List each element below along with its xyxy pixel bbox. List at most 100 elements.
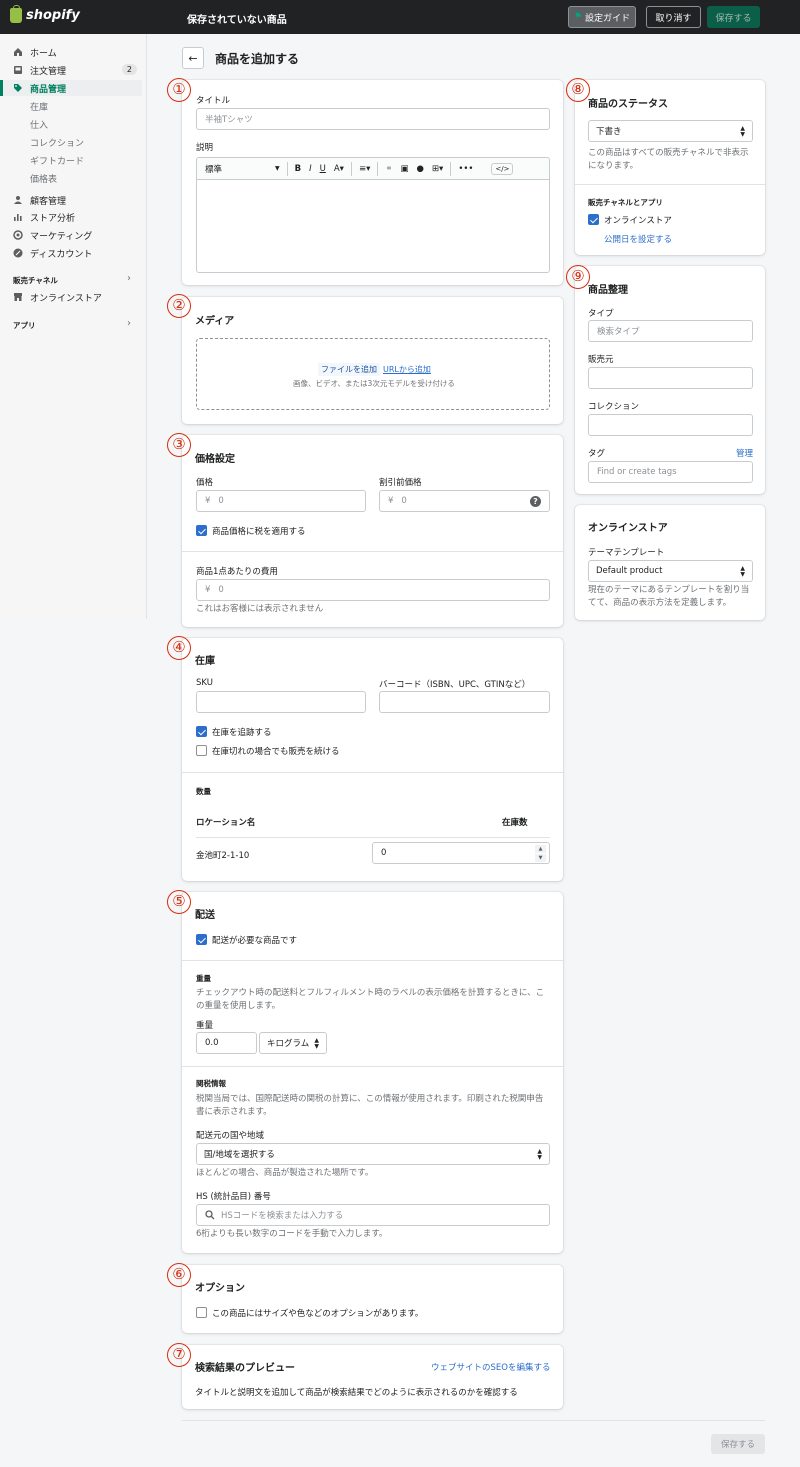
shopify-logo[interactable]: shopify [10,5,80,23]
setup-guide-button[interactable]: ⚑ 設定ガイド [568,6,636,28]
html-code-icon[interactable]: </> [491,162,514,175]
weight-label: 重量 [196,1021,214,1031]
table-icon[interactable]: ⊞▾ [432,164,443,174]
weight-unit-select[interactable]: キログラム ▲ ▼ [259,1032,327,1054]
text-color-icon[interactable]: A▾ [334,164,344,174]
annotation-4: ④ [167,632,191,660]
compare-price-value: 0 [401,496,407,506]
nav-orders[interactable]: 注文管理 2 [0,62,142,78]
decrement-icon[interactable]: ▼ [535,854,546,862]
footer-save-button[interactable]: 保存する [711,1434,765,1454]
description-editor[interactable] [196,179,550,273]
nav-marketing-label: マーケティング [30,231,93,242]
status-heading: 商品のステータス [588,99,668,110]
theme-template-select[interactable]: Default product ▲ ▼ [588,560,753,582]
save-button[interactable]: 保存する [707,6,760,28]
chevron-right-icon[interactable]: › [127,318,131,329]
format-select[interactable]: 標準 [205,163,267,175]
weight-unit-value: キログラム [267,1039,310,1049]
video-icon[interactable]: ● [417,164,424,174]
select-arrows-icon: ▲ ▼ [740,125,745,138]
nav-transfers[interactable]: 仕入 [30,118,48,131]
price-input[interactable]: ¥0 [196,490,366,512]
select-arrows-icon: ▲ ▼ [740,565,745,578]
help-icon[interactable]: ? [530,496,541,507]
tags-input[interactable]: Find or create tags [588,461,753,483]
nav-home[interactable]: ホーム [0,44,142,60]
vendor-label: 販売元 [588,355,614,365]
bold-icon[interactable]: B [295,164,301,174]
origin-country-select[interactable]: 国/地域を選択する ▲ ▼ [196,1143,550,1165]
track-inventory-checkbox[interactable] [196,726,207,737]
chevron-down-icon: ▼ [275,165,280,172]
setup-guide-label: 設定ガイド [585,13,631,24]
nav-price-lists[interactable]: 価格表 [30,172,57,185]
brand-name: shopify [26,8,80,23]
status-divider [575,184,765,185]
continue-selling-checkbox[interactable] [196,745,207,756]
compare-price-input[interactable]: ¥0 ? [379,490,550,512]
edit-seo-link[interactable]: ウェブサイトのSEOを編集する [431,1361,550,1373]
align-icon[interactable]: ≡▾ [359,164,370,174]
barcode-input[interactable] [379,691,550,713]
chevron-right-icon[interactable]: › [127,273,131,284]
hs-code-input[interactable]: HSコードを検索または入力する [196,1204,550,1226]
schedule-publish-link[interactable]: 公開日を設定する [604,233,672,245]
nav-inventory[interactable]: 在庫 [30,100,48,113]
search-icon [205,1210,215,1220]
nav-analytics[interactable]: ストア分析 [0,209,142,225]
origin-hint: ほとんどの場合、商品が製造された場所です。 [196,1168,374,1178]
image-icon[interactable]: ▣ [400,164,408,174]
more-icon[interactable]: ••• [458,164,473,174]
options-heading: オプション [195,1283,245,1294]
nav-customers[interactable]: 顧客管理 [0,192,142,208]
stock-quantity-input[interactable]: 0 ▲ ▼ [372,842,550,864]
physical-product-checkbox[interactable] [196,934,207,945]
discard-button[interactable]: 取り消す [646,6,701,28]
location-name: 金池町2-1-10 [196,851,250,861]
collection-input[interactable] [588,414,753,436]
add-file-button[interactable]: ファイルを追加 [318,363,380,376]
annotation-8: ⑧ [566,74,590,102]
weight-input[interactable]: 0.0 [196,1032,257,1054]
hs-code-placeholder: HSコードを検索または入力する [221,1211,344,1221]
unsaved-title: 保存されていない商品 [187,15,287,26]
product-type-input[interactable]: 検索タイプ [588,320,753,342]
options-card [182,1265,563,1333]
inventory-divider [182,772,563,773]
status-select[interactable]: 下書き ▲ ▼ [588,120,753,142]
tax-checkbox[interactable] [196,525,207,536]
nav-collections[interactable]: コレクション [30,136,84,149]
vendor-input[interactable] [588,367,753,389]
sales-channels-subheading: 販売チャネルとアプリ [588,198,663,207]
nav-online-store[interactable]: オンラインストア [0,289,142,305]
toolbar-divider [450,161,452,176]
back-button[interactable]: ← [182,47,204,69]
italic-icon[interactable]: I [309,164,312,174]
page-title: 商品を追加する [215,52,300,66]
tax-checkbox-label: 商品価格に税を適用する [212,527,306,537]
continue-selling-label: 在庫切れの場合でも販売を続ける [212,747,340,757]
cost-input[interactable]: ¥0 [196,579,550,601]
link-icon[interactable]: ⚭ [385,164,392,174]
increment-icon[interactable]: ▲ [535,845,546,853]
footer-divider [182,1420,765,1421]
manage-tags-link[interactable]: 管理 [736,447,753,459]
nav-marketing[interactable]: マーケティング [0,227,142,243]
sku-input[interactable] [196,691,366,713]
origin-label: 配送元の国や地域 [196,1131,265,1141]
title-label: タイトル [196,96,231,106]
analytics-icon [14,214,22,221]
media-heading: メディア [195,316,235,327]
sales-channels-heading: 販売チャネル [13,276,58,285]
add-from-url-link[interactable]: URLから追加 [383,364,431,375]
nav-gift-cards[interactable]: ギフトカード [30,154,84,167]
seo-preview-card [182,1345,563,1409]
underline-icon[interactable]: U [320,164,326,174]
title-input[interactable]: 半袖Tシャツ [196,108,550,130]
nav-products[interactable]: 商品管理 [0,80,142,96]
online-store-channel-checkbox[interactable] [588,214,599,225]
nav-discounts[interactable]: ディスカウント [0,245,142,261]
cost-hint: これはお客様には表示されません [196,604,324,614]
options-checkbox[interactable] [196,1307,207,1318]
